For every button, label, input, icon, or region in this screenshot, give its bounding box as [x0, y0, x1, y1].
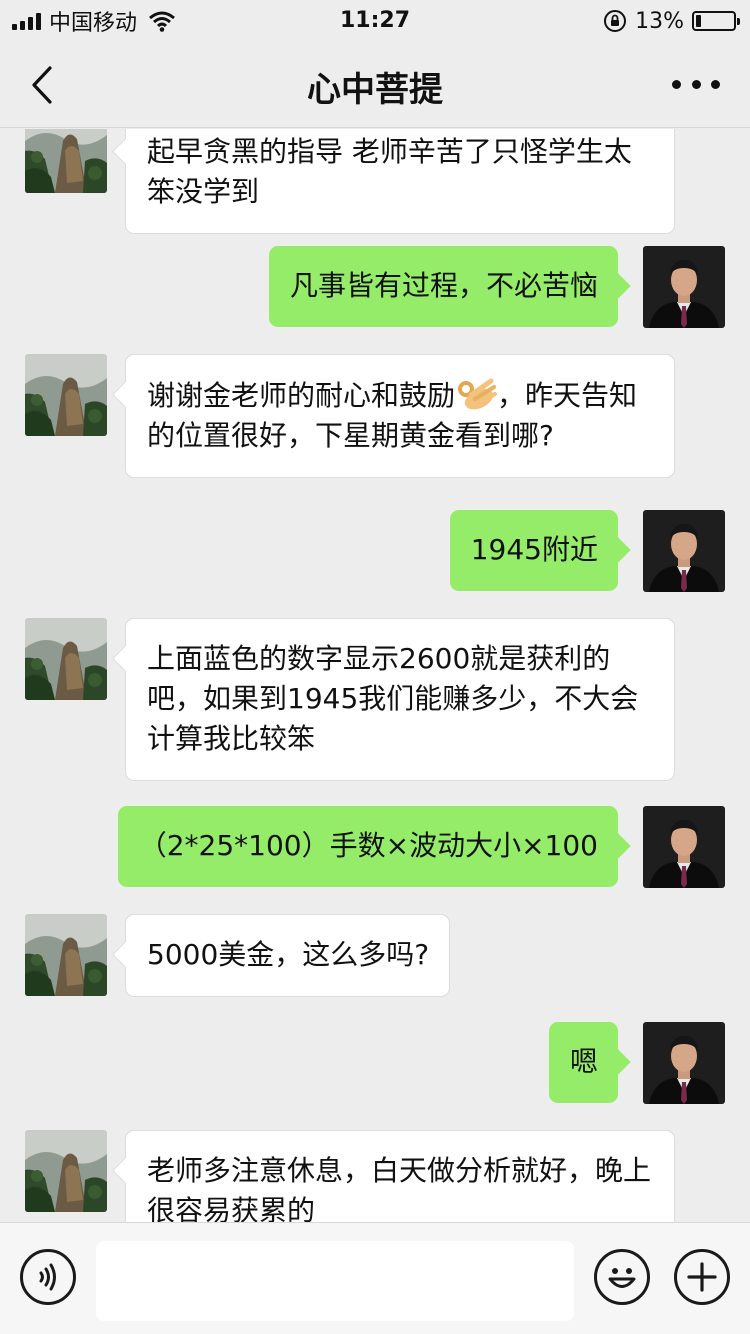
message-bubble[interactable]: 1945附近 [449, 510, 618, 591]
message-input[interactable] [96, 1241, 574, 1321]
message-text: 谢谢金老师的耐心和鼓励 [147, 379, 456, 412]
battery-level [696, 15, 701, 27]
my-avatar[interactable] [643, 510, 725, 592]
message-bubble[interactable]: 老师多注意休息，白天做分析就好，晚上很容易获累的 [125, 1130, 675, 1222]
emoji-face-icon [608, 1268, 636, 1288]
rotation-lock-icon [604, 10, 627, 32]
message-bubble[interactable]: 谢谢金老师的耐心和鼓励 ，昨天告知的位置很好，下星期黄金看到哪? [125, 354, 675, 478]
more-functions-button[interactable] [674, 1249, 730, 1305]
contact-avatar[interactable] [25, 129, 107, 193]
message-bubble[interactable]: 5000美金，这么多吗? [125, 914, 451, 997]
message-bubble[interactable]: （2*25*100）手数×波动大小×100 [117, 806, 618, 887]
status-right: 13% [603, 8, 740, 34]
message-bubble[interactable]: 上面蓝色的数字显示2600就是获利的吧，如果到1945我们能赚多少，不大会计算我… [125, 618, 675, 781]
emoji-button[interactable] [594, 1249, 650, 1305]
plus-icon [687, 1262, 717, 1292]
nav-bar: 心中菩提 [0, 42, 750, 128]
my-avatar[interactable] [643, 246, 725, 328]
contact-avatar[interactable] [25, 354, 107, 436]
more-options-icon[interactable] [672, 66, 720, 102]
battery-icon [692, 11, 740, 31]
contact-avatar[interactable] [25, 618, 107, 700]
contact-avatar[interactable] [25, 1130, 107, 1212]
contact-avatar[interactable] [25, 914, 107, 996]
chat-title: 心中菩提 [307, 70, 443, 110]
message-bubble[interactable]: 嗯 [548, 1022, 618, 1103]
my-avatar[interactable] [643, 806, 725, 888]
status-bar: 中国移动 11:27 13% [0, 0, 750, 42]
ok-hand-emoji-icon [458, 378, 498, 410]
message-bubble[interactable]: 凡事皆有过程，不必苦恼 [268, 246, 618, 327]
voice-input-button[interactable] [20, 1249, 76, 1305]
chat-area[interactable]: 起早贪黑的指导 老师辛苦了只怪学生太笨没学到 凡事皆有过程，不必苦恼 谢谢金老师… [0, 129, 750, 1222]
input-bar [0, 1222, 750, 1334]
my-avatar[interactable] [643, 1022, 725, 1104]
battery-percent: 13% [635, 8, 684, 34]
voice-icon [39, 1263, 56, 1291]
message-bubble[interactable]: 起早贪黑的指导 老师辛苦了只怪学生太笨没学到 [125, 129, 675, 234]
